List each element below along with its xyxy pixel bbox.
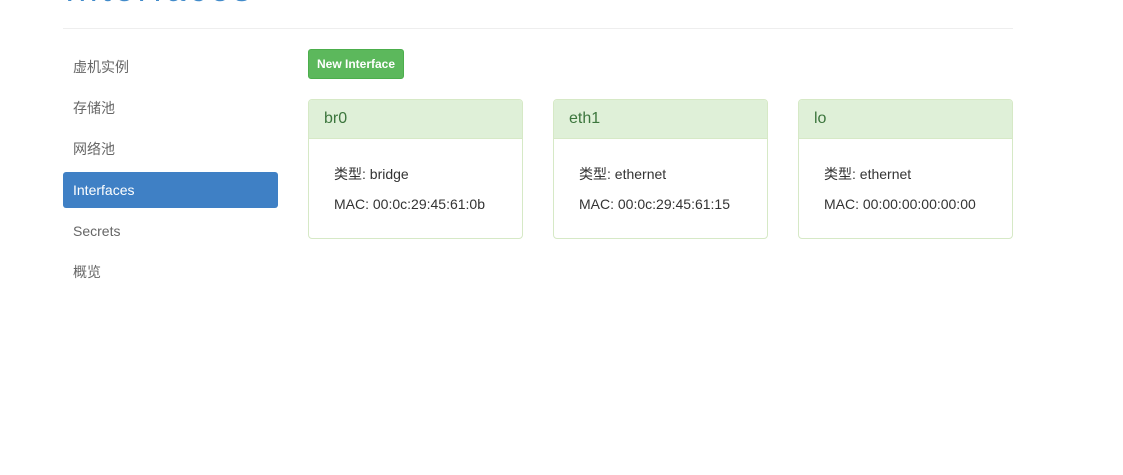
- interface-mac-line: MAC: 00:0c:29:45:61:15: [579, 195, 767, 225]
- interface-type-line: 类型: ethernet: [824, 165, 1012, 195]
- page-title: Interfaces: [65, 0, 254, 8]
- interface-mac-line: MAC: 00:00:00:00:00:00: [824, 195, 1012, 225]
- interface-details: 类型: ethernet MAC: 00:0c:29:45:61:15: [554, 139, 767, 225]
- type-value: bridge: [369, 166, 409, 182]
- mac-value: 00:0c:29:45:61:15: [617, 196, 730, 212]
- page: Interfaces 虚机实例 存储池 网络池 Interfaces Secre…: [0, 0, 1123, 475]
- interface-mac-line: MAC: 00:0c:29:45:61:0b: [334, 195, 522, 225]
- interface-card-list: br0 类型: bridge MAC: 00:0c:29:45:61:0b et…: [308, 99, 1013, 239]
- sidebar-item-interfaces[interactable]: Interfaces: [63, 172, 278, 208]
- interface-details: 类型: bridge MAC: 00:0c:29:45:61:0b: [309, 139, 522, 225]
- interface-card[interactable]: lo 类型: ethernet MAC: 00:00:00:00:00:00: [798, 99, 1013, 239]
- sidebar-item-overview[interactable]: 概览: [63, 254, 278, 290]
- sidebar-nav: 虚机实例 存储池 网络池 Interfaces Secrets 概览: [63, 49, 278, 295]
- mac-label: MAC:: [579, 196, 614, 212]
- mac-label: MAC:: [824, 196, 859, 212]
- type-label: 类型:: [579, 166, 611, 182]
- type-value: ethernet: [859, 166, 912, 182]
- type-label: 类型:: [334, 166, 366, 182]
- interface-name[interactable]: br0: [309, 100, 522, 139]
- type-value: ethernet: [614, 166, 667, 182]
- interface-type-line: 类型: ethernet: [579, 165, 767, 195]
- mac-label: MAC:: [334, 196, 369, 212]
- interface-card[interactable]: eth1 类型: ethernet MAC: 00:0c:29:45:61:15: [553, 99, 768, 239]
- interface-name[interactable]: eth1: [554, 100, 767, 139]
- interface-type-line: 类型: bridge: [334, 165, 522, 195]
- mac-value: 00:0c:29:45:61:0b: [372, 196, 485, 212]
- interface-details: 类型: ethernet MAC: 00:00:00:00:00:00: [799, 139, 1012, 225]
- sidebar-item-secrets[interactable]: Secrets: [63, 213, 278, 249]
- sidebar-item-instances[interactable]: 虚机实例: [63, 49, 278, 85]
- new-interface-button[interactable]: New Interface: [308, 49, 404, 79]
- mac-value: 00:00:00:00:00:00: [862, 196, 976, 212]
- type-label: 类型:: [824, 166, 856, 182]
- interface-card[interactable]: br0 类型: bridge MAC: 00:0c:29:45:61:0b: [308, 99, 523, 239]
- header-divider: [63, 28, 1013, 29]
- sidebar-item-storage-pools[interactable]: 存储池: [63, 90, 278, 126]
- interface-name[interactable]: lo: [799, 100, 1012, 139]
- sidebar-item-network-pools[interactable]: 网络池: [63, 131, 278, 167]
